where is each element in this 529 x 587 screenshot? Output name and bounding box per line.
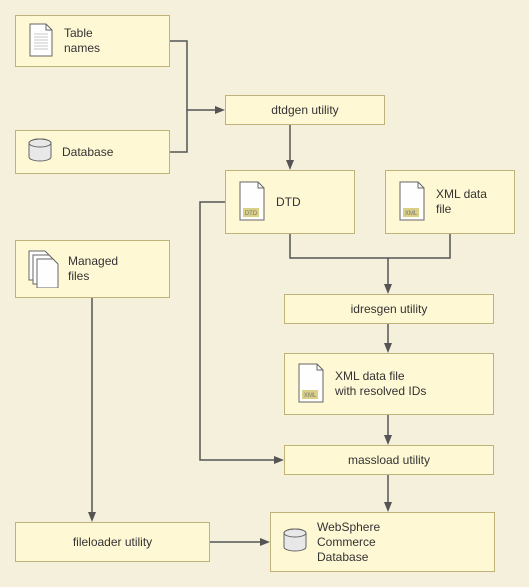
database-icon — [281, 527, 309, 558]
database-icon — [26, 137, 54, 168]
node-xml-data-label: XML datafile — [436, 187, 487, 217]
node-table-names: Tablenames — [15, 15, 170, 67]
xml-file-icon: XML — [396, 180, 428, 225]
text-file-icon — [26, 22, 56, 61]
node-dtd: DTD DTD — [225, 170, 355, 234]
node-xml-data: XML XML datafile — [385, 170, 515, 234]
node-massload-label: massload utility — [348, 453, 430, 468]
node-database-label: Database — [62, 145, 113, 160]
node-wsc-db: WebSphereCommerceDatabase — [270, 512, 495, 572]
node-xml-resolved-label: XML data filewith resolved IDs — [335, 369, 426, 399]
node-dtd-label: DTD — [276, 195, 301, 210]
node-xml-resolved: XML XML data filewith resolved IDs — [284, 353, 494, 415]
node-fileloader-label: fileloader utility — [73, 535, 152, 550]
xml-file-icon: XML — [295, 362, 327, 407]
dtd-file-icon: DTD — [236, 180, 268, 225]
node-table-names-label: Tablenames — [64, 26, 100, 56]
node-dtdgen: dtdgen utility — [225, 95, 385, 125]
node-dtdgen-label: dtdgen utility — [271, 103, 338, 118]
node-wsc-db-label: WebSphereCommerceDatabase — [317, 520, 380, 565]
svg-text:XML: XML — [304, 393, 317, 399]
node-database: Database — [15, 130, 170, 174]
svg-text:XML: XML — [405, 211, 418, 217]
node-managed-files-label: Managedfiles — [68, 254, 118, 284]
node-idresgen: idresgen utility — [284, 294, 494, 324]
node-massload: massload utility — [284, 445, 494, 475]
diagram-canvas: Tablenames Database Managedfiles dtdgen … — [0, 0, 529, 587]
node-managed-files: Managedfiles — [15, 240, 170, 298]
files-icon — [26, 248, 60, 291]
node-fileloader: fileloader utility — [15, 522, 210, 562]
node-idresgen-label: idresgen utility — [351, 302, 428, 317]
svg-text:DTD: DTD — [245, 211, 258, 217]
